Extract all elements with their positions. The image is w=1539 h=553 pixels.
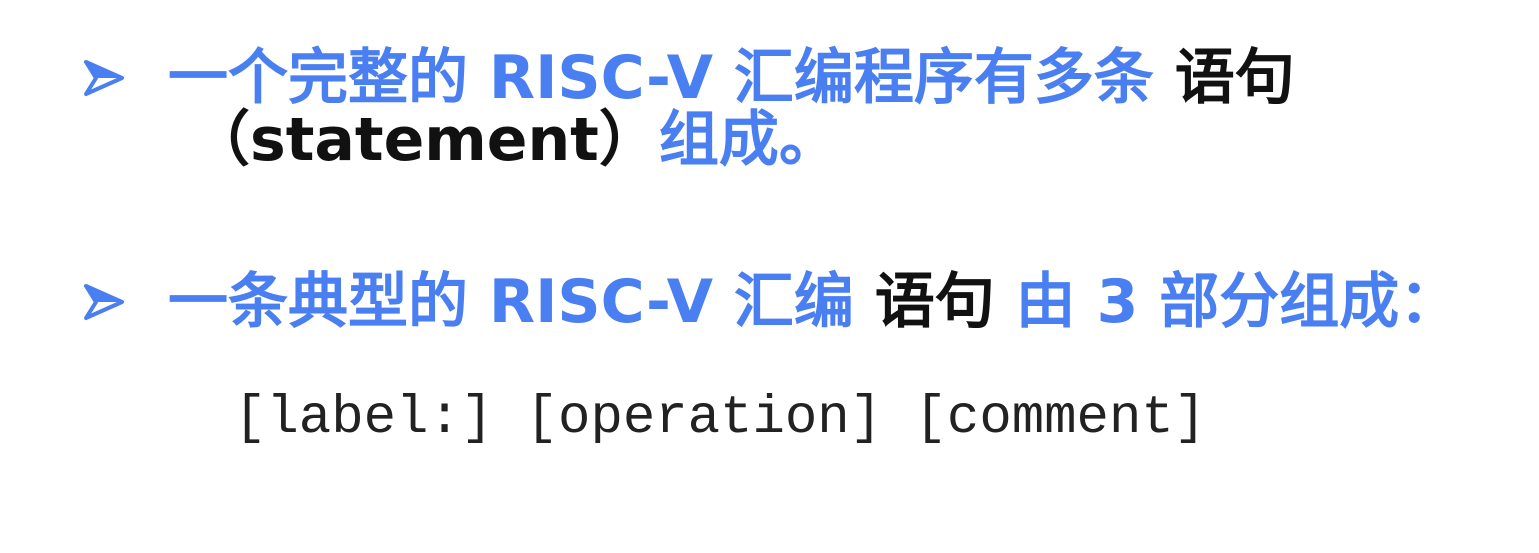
bullet-1-statement-term: （statement） (190, 105, 659, 175)
bullet-1-text-part-2: 语句 (1174, 43, 1295, 113)
statement-syntax-code: [label:] [operation] [comment] (234, 388, 1207, 449)
bullet-2-text-part-2: 语句 (874, 267, 995, 337)
bullet-2-text-part-1: 一条典型的 RISC-V 汇编 (168, 267, 875, 337)
bullet-1-line-1: 一个完整的 RISC-V 汇编程序有多条 语句 (168, 48, 1295, 108)
bullet-arrow-icon (82, 280, 126, 324)
bullet-arrow-icon (82, 56, 126, 100)
bullet-1-text-part-1: 一个完整的 RISC-V 汇编程序有多条 (168, 43, 1175, 113)
bullet-1-line-2: （statement）组成。 (190, 110, 839, 170)
bullet-1-text-part-3: 组成。 (658, 105, 839, 175)
bullet-2-text-part-3: 由 3 部分组成： (994, 267, 1460, 337)
bullet-2-line: 一条典型的 RISC-V 汇编 语句 由 3 部分组成： (168, 272, 1459, 332)
